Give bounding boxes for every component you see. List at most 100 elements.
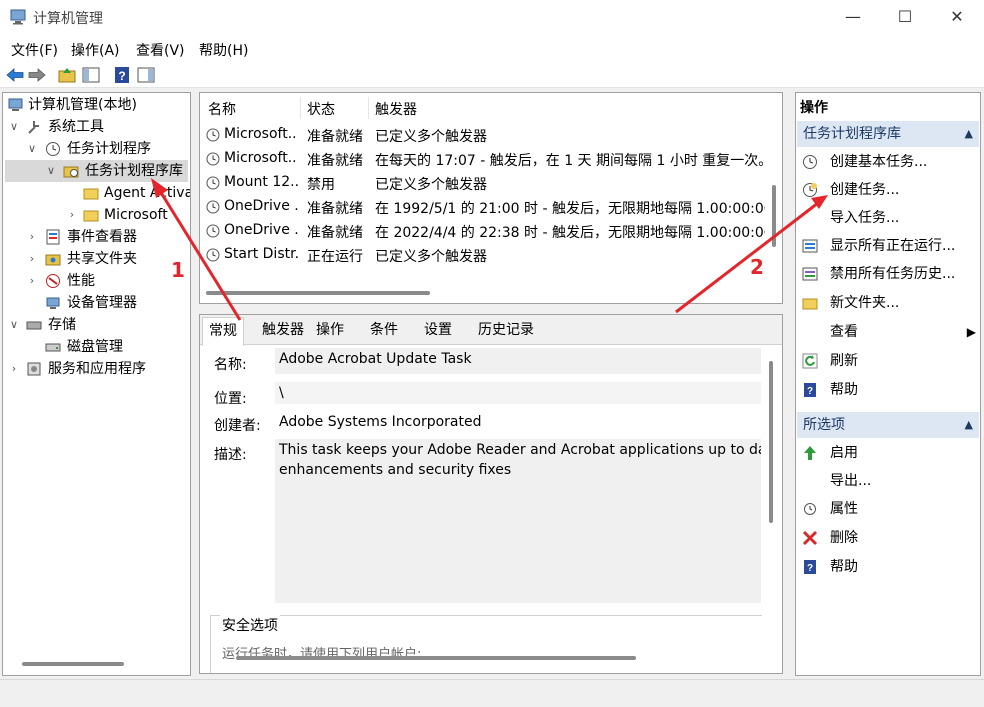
table-row[interactable]: Microsoft... 准备就绪 已定义多个触发器 — [200, 123, 770, 147]
delete-x-icon — [802, 530, 818, 546]
toolbar: ? — [0, 62, 984, 88]
tree-label: Microsoft — [104, 207, 168, 223]
column-header-trigger[interactable]: 触发器 — [375, 99, 417, 119]
action-help-selected[interactable]: ? 帮助 — [802, 553, 978, 581]
task-list-v-scrollbar[interactable] — [772, 185, 776, 247]
enable-arrow-icon — [804, 446, 816, 460]
action-enable[interactable]: 启用 — [802, 439, 978, 467]
chevron-right-icon[interactable]: › — [66, 204, 78, 226]
task-clock-icon — [206, 248, 220, 262]
collapse-up-icon[interactable]: ▲ — [965, 121, 973, 147]
show-action-pane-icon[interactable] — [136, 65, 156, 85]
close-button[interactable]: ✕ — [934, 0, 980, 36]
task-trigger: 已定义多个触发器 — [375, 177, 487, 193]
action-export[interactable]: 导出... — [802, 467, 978, 495]
menu-help[interactable]: 帮助(H) — [199, 40, 248, 60]
table-row[interactable]: OneDrive ... 准备就绪 在 2022/4/4 的 22:38 时 -… — [200, 219, 770, 243]
help-icon[interactable]: ? — [112, 65, 132, 85]
action-delete[interactable]: 删除 — [802, 524, 978, 552]
task-status: 正在运行 — [307, 249, 363, 265]
task-status: 准备就绪 — [307, 153, 363, 169]
description-label: 描述: — [214, 447, 247, 463]
action-display-running[interactable]: 显示所有正在运行... — [802, 232, 978, 260]
tree-item-task-scheduler-library[interactable]: ∨ 任务计划程序库 — [5, 160, 188, 182]
author-value: Adobe Systems Incorporated — [275, 411, 761, 437]
task-name: Microsoft... — [224, 150, 298, 166]
name-value: Adobe Acrobat Update Task — [275, 348, 761, 374]
tab-general[interactable]: 常规 — [202, 317, 244, 346]
chevron-right-icon[interactable]: › — [26, 270, 38, 292]
action-disable-history[interactable]: 禁用所有任务历史... — [802, 260, 978, 288]
action-label: 帮助 — [830, 382, 858, 398]
chevron-right-icon[interactable]: › — [26, 226, 38, 248]
task-list-h-scrollbar[interactable] — [206, 291, 430, 295]
collapse-up-icon[interactable]: ▲ — [965, 412, 973, 438]
menu-view[interactable]: 查看(V) — [136, 40, 185, 60]
up-folder-icon[interactable] — [57, 65, 77, 85]
actions-pane: 操作 任务计划程序库 ▲ 创建基本任务... 创建任务... 导入任务... 显… — [795, 92, 981, 676]
chevron-right-icon[interactable]: › — [8, 358, 20, 380]
show-hide-tree-icon[interactable] — [81, 65, 101, 85]
menu-file[interactable]: 文件(F) — [11, 40, 58, 60]
action-refresh[interactable]: 刷新 — [802, 347, 978, 375]
action-help[interactable]: ? 帮助 — [802, 376, 978, 404]
chevron-down-icon[interactable]: ∨ — [45, 160, 57, 182]
details-v-scrollbar[interactable] — [769, 361, 773, 523]
properties-clock-icon — [804, 503, 816, 515]
action-import-task[interactable]: 导入任务... — [802, 204, 978, 232]
location-label: 位置: — [214, 391, 247, 407]
minimize-button[interactable]: — — [830, 0, 876, 36]
tab-settings[interactable]: 设置 — [418, 317, 458, 343]
chevron-down-icon[interactable]: ∨ — [26, 138, 38, 160]
task-trigger: 已定义多个触发器 — [375, 249, 487, 265]
tree-scrollbar[interactable] — [22, 662, 124, 666]
action-new-folder[interactable]: 新文件夹... — [802, 289, 978, 317]
maximize-button[interactable]: ☐ — [882, 0, 928, 36]
tree-label: 服务和应用程序 — [48, 361, 146, 377]
table-row[interactable]: Microsoft... 准备就绪 在每天的 17:07 - 触发后，在 1 天… — [200, 147, 770, 171]
tree-label: 性能 — [67, 273, 95, 289]
task-trigger: 在 2022/4/4 的 22:38 时 - 触发后，无限期地每隔 1.00:0… — [375, 225, 765, 241]
window-title: 计算机管理 — [33, 11, 103, 27]
folder-icon — [83, 210, 99, 222]
section-task-library[interactable]: 任务计划程序库 ▲ — [797, 121, 979, 147]
task-status: 禁用 — [307, 177, 335, 193]
action-label: 禁用所有任务历史... — [830, 266, 956, 282]
svg-text:?: ? — [807, 563, 813, 574]
table-row[interactable]: Start Distr... 正在运行 已定义多个触发器 — [200, 243, 770, 267]
task-clock-icon — [206, 176, 220, 190]
chevron-down-icon[interactable]: ∨ — [8, 314, 20, 336]
task-name: OneDrive ... — [224, 222, 298, 238]
column-header-status[interactable]: 状态 — [307, 99, 335, 119]
tab-conditions[interactable]: 条件 — [364, 317, 404, 343]
action-create-task[interactable]: 创建任务... — [802, 176, 978, 204]
action-label: 启用 — [830, 445, 858, 461]
tab-history[interactable]: 历史记录 — [472, 317, 540, 343]
task-clock-icon — [206, 200, 220, 214]
clock-icon — [46, 142, 60, 156]
menu-bar: 文件(F) 操作(A) 查看(V) 帮助(H) — [0, 36, 984, 62]
navigation-tree: 计算机管理(本地) ∨ 系统工具 ∨ 任务计划程序 ∨ 任务计划程序库 Agen… — [2, 92, 191, 676]
task-trigger: 已定义多个触发器 — [375, 129, 487, 145]
chevron-right-icon[interactable]: › — [26, 248, 38, 270]
computer-icon — [8, 98, 23, 111]
forward-arrow-icon[interactable] — [27, 65, 47, 85]
status-bar — [0, 679, 984, 707]
tree-label: 事件查看器 — [67, 229, 137, 245]
menu-action[interactable]: 操作(A) — [71, 40, 120, 60]
action-properties[interactable]: 属性 — [802, 495, 978, 523]
table-row[interactable]: OneDrive ... 准备就绪 在 1992/5/1 的 21:00 时 -… — [200, 195, 770, 219]
table-row[interactable]: Mount 12... 禁用 已定义多个触发器 — [200, 171, 770, 195]
tab-actions[interactable]: 操作 — [310, 317, 350, 343]
disk-icon — [45, 343, 61, 352]
section-selected-item[interactable]: 所选项 ▲ — [797, 412, 979, 438]
performance-icon — [46, 274, 60, 288]
back-arrow-icon[interactable] — [5, 65, 25, 85]
chevron-down-icon[interactable]: ∨ — [8, 116, 20, 138]
column-header-name[interactable]: 名称 — [208, 99, 236, 119]
tab-triggers[interactable]: 触发器 — [256, 317, 310, 343]
annotation-label-1: 1 — [171, 258, 185, 282]
action-create-basic-task[interactable]: 创建基本任务... — [802, 148, 978, 176]
action-view[interactable]: 查看 ▶ — [802, 318, 978, 346]
details-h-scrollbar[interactable] — [236, 656, 636, 660]
